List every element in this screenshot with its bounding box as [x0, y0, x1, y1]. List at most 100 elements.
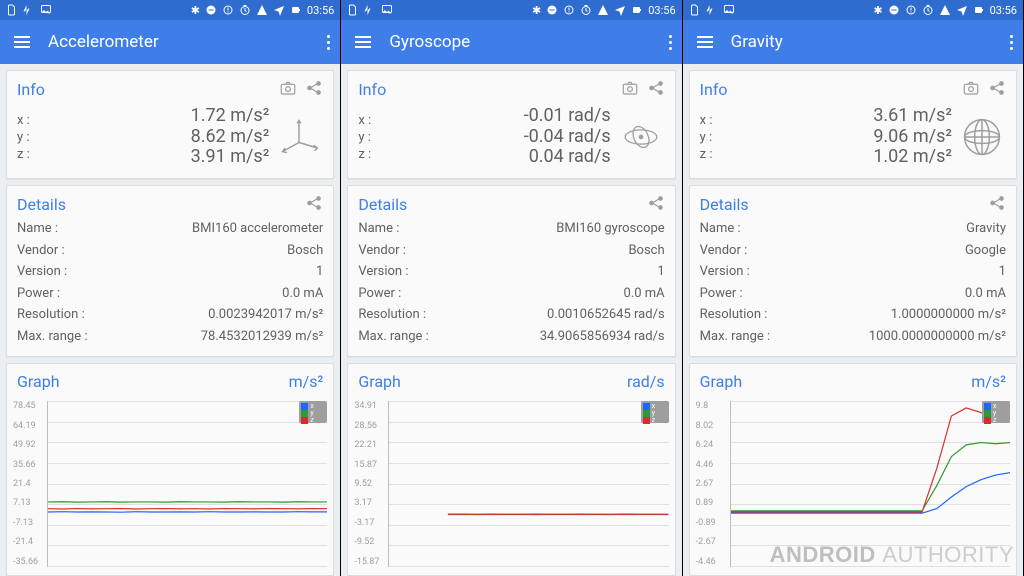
graph-plot-area: x y z	[388, 401, 668, 567]
detail-label: Resolution :	[17, 305, 85, 325]
graph-tick: 7.13	[13, 498, 47, 508]
status-bar: ✱ 03:56	[0, 0, 340, 20]
detail-row-range: Max. range : 34.9065856934 rad/s	[358, 327, 664, 347]
detail-label: Max. range :	[700, 327, 771, 347]
detail-value: 1	[999, 262, 1006, 282]
detail-value: 1	[316, 262, 323, 282]
axis-y-value: 8.62 m/s²	[191, 127, 270, 148]
axis-y-value: 9.06 m/s²	[873, 127, 952, 148]
detail-label: Name :	[17, 219, 58, 239]
graph-tick: -15.87	[354, 557, 388, 567]
detail-value: Bosch	[287, 241, 323, 261]
axis-x-label: x :	[17, 113, 51, 128]
detail-value: Bosch	[628, 241, 664, 261]
graph-tick: -35.66	[13, 557, 47, 567]
axis-y-label: y :	[17, 130, 51, 145]
axis-x-label: x :	[358, 113, 392, 128]
graph-unit: rad/s	[627, 372, 665, 391]
hamburger-icon[interactable]	[355, 36, 371, 48]
app-bar: Gyroscope	[341, 20, 681, 64]
detail-row-name: Name : BMI160 accelerometer	[17, 219, 323, 239]
axis-z-value: 3.91 m/s²	[191, 147, 270, 168]
graph-body[interactable]: 78.4564.1949.9235.6621.47.13-7.13-21.4-3…	[7, 393, 333, 575]
status-time: 03:56	[648, 4, 675, 17]
detail-row-range: Max. range : 1000.0000000000 m/s²	[700, 327, 1006, 347]
axis-y-label: y :	[700, 130, 734, 145]
status-left-icons	[6, 4, 52, 16]
graph-plot-area: x y z	[730, 401, 1010, 567]
graph-body[interactable]: 9.88.026.244.462.670.89-0.89-2.67-4.46 x…	[690, 393, 1016, 575]
detail-value: 0.0023942017 m/s²	[208, 305, 323, 325]
overflow-menu-icon[interactable]	[1010, 35, 1013, 50]
hamburger-icon[interactable]	[697, 36, 713, 48]
detail-label: Name :	[358, 219, 399, 239]
detail-label: Version :	[17, 262, 67, 282]
detail-row-res: Resolution : 0.0010652645 rad/s	[358, 305, 664, 325]
graph-tick: 6.24	[696, 440, 730, 450]
detail-row-version: Version : 1	[17, 262, 323, 282]
graph-tick: -7.13	[13, 518, 47, 528]
graph-unit: m/s²	[971, 372, 1006, 391]
detail-label: Vendor :	[358, 241, 406, 261]
status-time: 03:56	[307, 4, 334, 17]
graph-title: Graph	[17, 372, 289, 391]
graph-tick: 9.52	[354, 479, 388, 489]
detail-value: 78.4532012939 m/s²	[201, 327, 324, 347]
graph-title: Graph	[358, 372, 627, 391]
graph-legend: x y z	[299, 401, 327, 423]
detail-label: Max. range :	[358, 327, 429, 347]
share-icon[interactable]	[647, 79, 665, 100]
overflow-menu-icon[interactable]	[669, 35, 672, 50]
detail-row-power: Power : 0.0 mA	[17, 284, 323, 304]
hamburger-icon[interactable]	[14, 36, 30, 48]
app-title: Accelerometer	[48, 32, 309, 52]
graph-tick: 28.56	[354, 421, 388, 431]
graph-tick: 64.19	[13, 421, 47, 431]
app-title: Gyroscope	[389, 32, 650, 52]
detail-row-name: Name : BMI160 gyroscope	[358, 219, 664, 239]
axis-y-label: y :	[358, 130, 392, 145]
overflow-menu-icon[interactable]	[327, 35, 330, 50]
camera-icon[interactable]	[962, 79, 980, 100]
status-right-icons: ✱ 03:56	[191, 4, 335, 17]
status-right-icons: ✱ 03:56	[532, 4, 676, 17]
sensor-illustration-icon	[617, 113, 665, 161]
graph-traces	[389, 401, 668, 566]
graph-title: Graph	[700, 372, 972, 391]
screen-2: ✱ 03:56 Gravity Info x : y : z	[683, 0, 1024, 576]
camera-icon[interactable]	[621, 79, 639, 100]
graph-tick: 4.46	[696, 460, 730, 470]
share-icon[interactable]	[647, 194, 665, 215]
graph-card: Graph m/s² 9.88.026.244.462.670.89-0.89-…	[689, 363, 1017, 576]
graph-tick: -21.4	[13, 537, 47, 547]
graph-tick: 22.21	[354, 440, 388, 450]
graph-tick: -2.67	[696, 537, 730, 547]
camera-icon[interactable]	[279, 79, 297, 100]
detail-row-range: Max. range : 78.4532012939 m/s²	[17, 327, 323, 347]
status-time: 03:56	[990, 4, 1017, 17]
detail-value: 0.0010652645 rad/s	[547, 305, 665, 325]
share-icon[interactable]	[305, 194, 323, 215]
graph-tick: -3.17	[354, 518, 388, 528]
share-icon[interactable]	[988, 194, 1006, 215]
graph-plot-area: x y z	[47, 401, 327, 567]
share-icon[interactable]	[988, 79, 1006, 100]
graph-body[interactable]: 34.9128.5622.2115.879.523.17-3.17-9.52-1…	[348, 393, 674, 575]
detail-row-power: Power : 0.0 mA	[700, 284, 1006, 304]
detail-row-vendor: Vendor : Google	[700, 241, 1006, 261]
graph-y-ticks: 9.88.026.244.462.670.89-0.89-2.67-4.46	[696, 401, 730, 567]
share-icon[interactable]	[305, 79, 323, 100]
details-title: Details	[358, 195, 638, 214]
detail-value: 1	[657, 262, 664, 282]
axis-x-value: 3.61 m/s²	[873, 106, 952, 127]
graph-tick: 35.66	[13, 460, 47, 470]
axis-z-label: z :	[17, 147, 51, 162]
detail-row-vendor: Vendor : Bosch	[358, 241, 664, 261]
detail-value: 0.0 mA	[624, 284, 665, 304]
graph-tick: 78.45	[13, 401, 47, 411]
detail-row-version: Version : 1	[700, 262, 1006, 282]
detail-value: BMI160 accelerometer	[192, 219, 323, 239]
graph-legend: x y z	[641, 401, 669, 423]
detail-value: 0.0 mA	[282, 284, 323, 304]
graph-traces	[48, 401, 327, 566]
